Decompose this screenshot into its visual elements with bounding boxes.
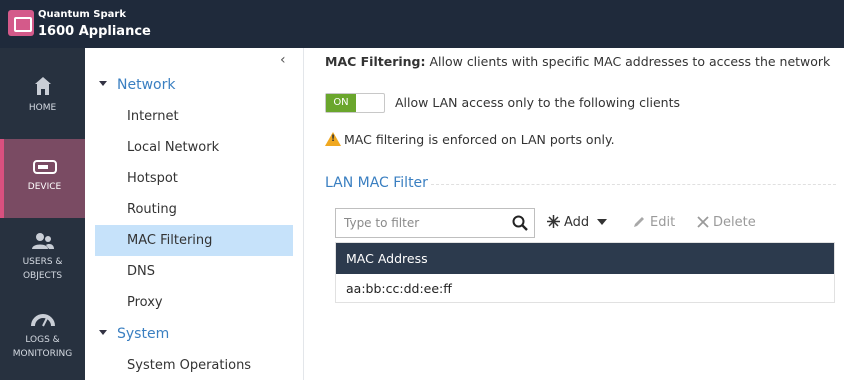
table-row[interactable]: aa:bb:cc:dd:ee:ff xyxy=(336,274,834,303)
nav-device-label: DEVICE xyxy=(27,182,62,192)
nav-home-label: HOME xyxy=(28,103,57,113)
nav-device[interactable]: DEVICE xyxy=(0,139,85,218)
brand-name: Quantum Spark xyxy=(38,9,126,20)
nav-users-objects[interactable]: USERS & OBJECTS xyxy=(0,232,85,283)
tree-item-mac-filtering[interactable]: MAC Filtering xyxy=(95,225,293,256)
appliance-model: 1600 Appliance xyxy=(38,24,151,39)
page-title: MAC Filtering: xyxy=(325,54,426,69)
mac-filter-toggle[interactable]: ON xyxy=(325,93,385,113)
filter-box xyxy=(335,208,535,238)
section-title: LAN MAC Filter xyxy=(325,175,428,191)
tree-item-proxy[interactable]: Proxy xyxy=(95,287,293,318)
search-icon[interactable] xyxy=(512,215,528,231)
tree-item-local-network[interactable]: Local Network xyxy=(95,132,293,163)
nav-logs-label: LOGS & MONITORING xyxy=(12,335,73,359)
users-icon xyxy=(31,233,54,249)
tree-group-system[interactable]: System xyxy=(99,326,169,342)
warning-icon xyxy=(325,132,341,146)
add-dropdown-icon xyxy=(597,218,608,225)
warning-message: MAC filtering is enforced on LAN ports o… xyxy=(325,130,615,147)
delete-button[interactable]: Delete xyxy=(697,213,756,233)
brand-logo-icon xyxy=(8,10,34,36)
nav-logs-monitoring[interactable]: LOGS & MONITORING xyxy=(0,312,85,361)
edit-pencil-icon xyxy=(634,216,644,227)
toggle-on-state: ON xyxy=(326,94,356,112)
edit-label: Edit xyxy=(650,215,676,230)
tree-item-internet[interactable]: Internet xyxy=(95,101,293,132)
add-icon xyxy=(547,215,560,228)
tree-item-dns[interactable]: DNS xyxy=(95,256,293,287)
tree-group-label: System xyxy=(117,326,170,342)
expand-caret-icon xyxy=(99,80,107,86)
gauge-icon xyxy=(30,314,55,327)
tree-item-system-operations[interactable]: System Operations xyxy=(95,350,293,380)
edit-button[interactable]: Edit xyxy=(632,213,675,233)
top-bar: Quantum Spark 1600 Appliance xyxy=(0,0,844,48)
add-button[interactable]: Add xyxy=(547,213,608,233)
nav-users-label: USERS & OBJECTS xyxy=(22,257,63,281)
mac-address-table: MAC Address aa:bb:cc:dd:ee:ff xyxy=(335,242,835,303)
warning-text: MAC filtering is enforced on LAN ports o… xyxy=(344,132,615,147)
nav-home[interactable]: HOME xyxy=(0,76,85,115)
tree-item-routing[interactable]: Routing xyxy=(95,194,293,225)
tree-item-hotspot[interactable]: Hotspot xyxy=(95,163,293,194)
tree-group-network[interactable]: Network xyxy=(99,77,175,93)
collapse-panel-button[interactable]: ‹ xyxy=(280,52,286,68)
main-nav-rail: HOME DEVICE USERS & OBJECTS LOGS & MONIT… xyxy=(0,48,85,380)
page-subtitle: Allow clients with specific MAC addresse… xyxy=(425,54,831,69)
filter-input[interactable] xyxy=(336,209,506,237)
page-description: MAC Filtering: Allow clients with specif… xyxy=(325,54,830,69)
settings-tree: ‹ Network Internet Local Network Hotspot… xyxy=(85,48,304,380)
section-divider xyxy=(431,184,836,185)
tree-group-label: Network xyxy=(117,77,176,93)
toggle-label: Allow LAN access only to the following c… xyxy=(395,95,680,110)
expand-caret-icon xyxy=(99,329,107,335)
delete-label: Delete xyxy=(713,215,756,230)
home-icon xyxy=(34,77,51,95)
main-content: MAC Filtering: Allow clients with specif… xyxy=(305,48,844,380)
delete-x-icon xyxy=(697,215,709,228)
column-header-mac-address[interactable]: MAC Address xyxy=(336,243,834,274)
device-icon xyxy=(32,160,57,174)
add-label: Add xyxy=(564,215,590,230)
